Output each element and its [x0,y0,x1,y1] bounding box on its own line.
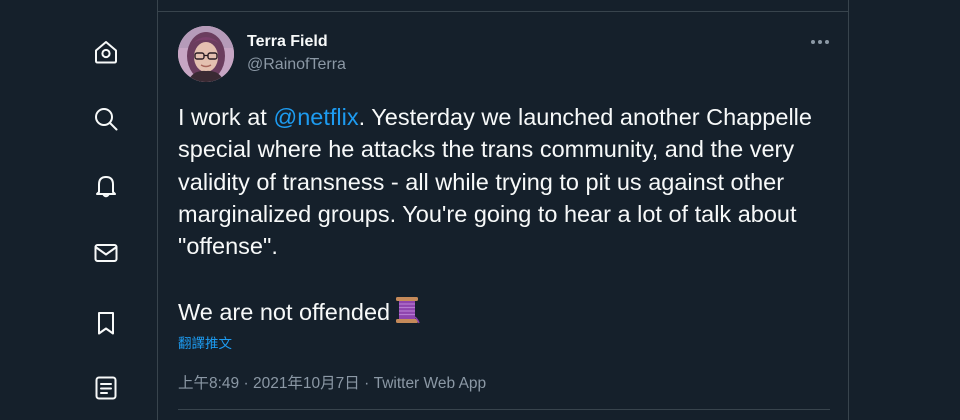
tweet-date[interactable]: 2021年10月7日 [253,375,360,392]
tweet-meta: 上午8:49 · 2021年10月7日 · Twitter Web App [178,371,486,393]
nav-lists-button[interactable] [83,365,129,411]
more-options-button[interactable] [803,28,837,56]
bell-icon [96,176,116,198]
tweet-time[interactable]: 上午8:49 [178,375,239,392]
bookmark-icon [98,312,114,335]
avatar[interactable] [178,26,234,82]
tweet-text-part: . Yesterday we launched another Chappell… [178,104,812,325]
separator: · [239,375,253,392]
tweet-column: Terra Field @RainofTerra I work at @netf… [157,0,849,420]
tweet-text: I work at @netflix. Yesterday we launche… [178,101,838,328]
nav-home-button[interactable] [83,29,129,75]
nav-messages-button[interactable] [83,230,129,276]
more-icon [811,40,829,44]
search-icon [95,108,118,131]
separator: · [359,375,374,392]
list-icon [95,376,117,400]
tweet-source[interactable]: Twitter Web App [374,375,487,392]
translate-tweet-link[interactable]: 翻譯推文 [178,332,232,352]
author-handle[interactable]: @RainofTerra [247,56,346,74]
mail-icon [94,244,118,262]
author-display-name[interactable]: Terra Field [247,33,328,51]
spool-of-thread-emoji [396,296,420,324]
sidebar-nav [0,0,158,420]
nav-bookmarks-button[interactable] [83,300,129,346]
tweet-text-part: I work at [178,104,274,130]
home-icon [95,41,117,64]
mention-link[interactable]: @netflix [273,104,358,130]
nav-notifications-button[interactable] [83,163,129,209]
avatar-photo [178,26,234,82]
nav-explore-button[interactable] [83,96,129,142]
divider [158,11,848,12]
divider [178,409,830,410]
